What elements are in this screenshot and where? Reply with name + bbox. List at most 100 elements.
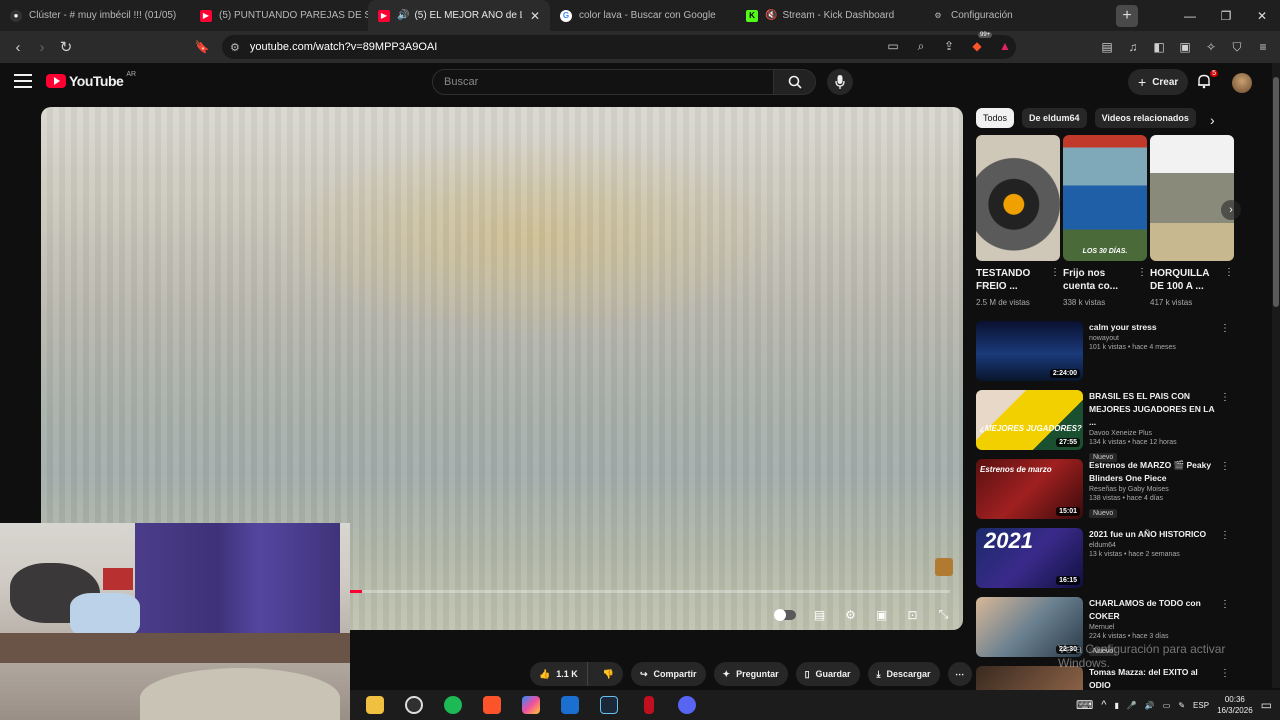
cast-icon[interactable]: ▭ [884,37,902,55]
ask-button[interactable]: ✦ Preguntar [713,662,788,686]
forward-button[interactable]: › [30,35,54,59]
progress-bar[interactable] [350,590,950,593]
chip-todos[interactable]: Todos [976,108,1015,128]
camera-icon[interactable]: ▮ [1114,701,1118,710]
more-actions-button[interactable]: ⋯ [947,662,972,686]
bookmark-icon[interactable]: 🔖 [190,35,214,59]
close-tab-icon[interactable]: ✕ [530,9,540,23]
maximize-button[interactable]: ❐ [1208,0,1244,31]
related-videos-list: 2:24:00 calm your stress nowayout 101 k … [976,321,1236,696]
chip-de-eldum64[interactable]: De eldum64 [1022,108,1087,128]
subtitles-icon[interactable]: ▤ [810,605,829,624]
kebab-menu-icon[interactable]: ⋮ [1224,267,1234,293]
search-button[interactable] [774,69,816,95]
keyboard-icon[interactable]: ⌨ [1076,698,1093,712]
brave-rewards-icon[interactable]: ▲ [996,37,1014,55]
media-icon[interactable]: ♫ [1124,38,1142,56]
microphone-icon[interactable]: 🎤 [1127,701,1137,710]
notifications-icon[interactable]: ▭ [1261,698,1272,712]
extensions-icon[interactable]: ✧ [1202,38,1220,56]
tab-el-mejor-ano[interactable]: ▶ 🔊 (5) EL MEJOR AÑO de LA ✕ [368,0,550,31]
app-icon[interactable] [561,696,579,714]
autoplay-toggle[interactable] [772,605,798,624]
avatar[interactable] [1232,73,1252,93]
tab-cluster[interactable]: ● Clúster - # muy imbécil !!! (01/05) [0,0,190,31]
create-button[interactable]: + Crear [1128,69,1189,95]
pen-icon[interactable]: ✎ [1178,701,1185,710]
kebab-menu-icon[interactable]: ⋮ [1220,599,1230,610]
video-thumbnail[interactable]: 2:24:00 [976,321,1083,381]
youtube-icon: ▶ [200,9,212,22]
kebab-menu-icon[interactable]: ⋮ [1220,461,1230,472]
page-scrollbar[interactable] [1272,63,1280,688]
tab-puntuando[interactable]: ▶ (5) PUNTUANDO PAREJAS DE SEG [190,0,368,31]
list-item[interactable]: Estrenos de marzo 15:01 Estrenos de MARZ… [976,459,1236,528]
voice-search-button[interactable] [827,69,853,95]
obs-icon[interactable] [405,696,423,714]
list-item[interactable]: 2021 16:15 2021 fue un AÑO HISTORICO eld… [976,528,1236,597]
brave-shields-icon[interactable]: ◆ 99+ [968,32,993,55]
chevron-up-icon[interactable]: ^ [1101,699,1106,711]
kebab-menu-icon[interactable]: ⋮ [1137,267,1147,293]
tab-kick[interactable]: K 🔇 Stream - Kick Dashboard [736,0,922,31]
video-thumbnail[interactable]: 2021 16:15 [976,528,1083,588]
reader-icon[interactable]: ▤ [1098,38,1116,56]
fullscreen-icon[interactable]: ⤡ [934,605,953,624]
chevron-right-icon[interactable]: › [1210,112,1215,128]
youtube-play-icon [46,74,66,88]
kebab-menu-icon[interactable]: ⋮ [1050,267,1060,293]
short-thumbnail[interactable]: LOS 30 DÍAS. [1063,135,1147,261]
tab-configuracion[interactable]: ⚙ Configuración [922,0,1108,31]
cast-icon[interactable]: ⊡ [903,605,922,624]
site-info-icon[interactable]: ⚙ [230,41,240,54]
short-thumbnail[interactable] [1150,135,1234,261]
red-app-icon[interactable] [644,696,654,714]
copilot-icon[interactable] [522,696,540,714]
browser-menu-icon[interactable]: ≡ [1254,38,1272,56]
share-icon[interactable]: ⇪ [940,37,958,55]
brave-icon[interactable] [483,696,501,714]
network-icon[interactable]: ▭ [1163,701,1171,710]
youtube-logo[interactable]: YouTube AR [46,71,136,89]
steam-icon[interactable] [600,696,618,714]
chip-videos-relacionados[interactable]: Videos relacionados [1094,108,1196,128]
new-tab-button[interactable]: + [1116,4,1138,27]
settings-icon[interactable]: ⚙ [841,605,860,624]
download-button[interactable]: ⤓ Descargar [867,662,940,686]
volume-icon[interactable]: 🔊 [1145,701,1155,710]
list-item[interactable]: ¿MEJORES JUGADORES? 27:55 BRASIL ES EL P… [976,390,1236,462]
short-item[interactable]: LOS 30 DÍAS. Frijo nos cuenta co... ⋮ 33… [1063,135,1147,307]
short-item[interactable]: HORQUILLA DE 100 A ... ⋮ 417 k vistas [1150,135,1234,307]
tab-color-lava[interactable]: G color lava - Buscar con Google [550,0,736,31]
miniplayer-icon[interactable]: ▣ [872,605,891,624]
share-button[interactable]: ↪ Compartir [630,662,706,686]
search-input[interactable]: Buscar [432,69,774,95]
hamburger-menu-icon[interactable] [14,74,32,88]
clock[interactable]: 00:36 16/3/2026 [1217,694,1253,716]
channel-watermark-icon[interactable] [935,558,953,576]
kebab-menu-icon[interactable]: ⋮ [1220,530,1230,541]
notifications-button[interactable]: 5 [1196,70,1218,91]
kebab-menu-icon[interactable]: ⋮ [1220,392,1230,403]
discord-icon[interactable] [678,696,696,714]
kebab-menu-icon[interactable]: ⋮ [1220,323,1230,334]
zoom-icon[interactable]: ⌕ [912,37,930,55]
video-thumbnail[interactable]: ¿MEJORES JUGADORES? 27:55 [976,390,1083,450]
wallet-icon[interactable]: ▣ [1176,38,1194,56]
back-button[interactable]: ‹ [6,35,30,59]
file-explorer-icon[interactable] [366,696,384,714]
sidebar-icon[interactable]: ◧ [1150,38,1168,56]
vpn-icon[interactable]: ⛉ [1228,38,1246,56]
dislike-button[interactable]: 👎 [594,662,623,686]
list-item[interactable]: 2:24:00 calm your stress nowayout 101 k … [976,321,1236,390]
close-window-button[interactable]: ✕ [1244,0,1280,31]
spotify-icon[interactable] [444,696,462,714]
video-thumbnail[interactable]: Estrenos de marzo 15:01 [976,459,1083,519]
like-button[interactable]: 👍 1.1 K [530,662,588,686]
short-thumbnail[interactable] [976,135,1060,261]
reload-button[interactable]: ↻ [54,35,78,59]
chevron-right-icon[interactable]: › [1221,200,1241,220]
save-button[interactable]: ▯ Guardar [795,662,860,686]
short-item[interactable]: TESTANDO FREIO ... ⋮ 2.5 M de vistas [976,135,1060,307]
minimize-button[interactable]: — [1172,0,1208,31]
